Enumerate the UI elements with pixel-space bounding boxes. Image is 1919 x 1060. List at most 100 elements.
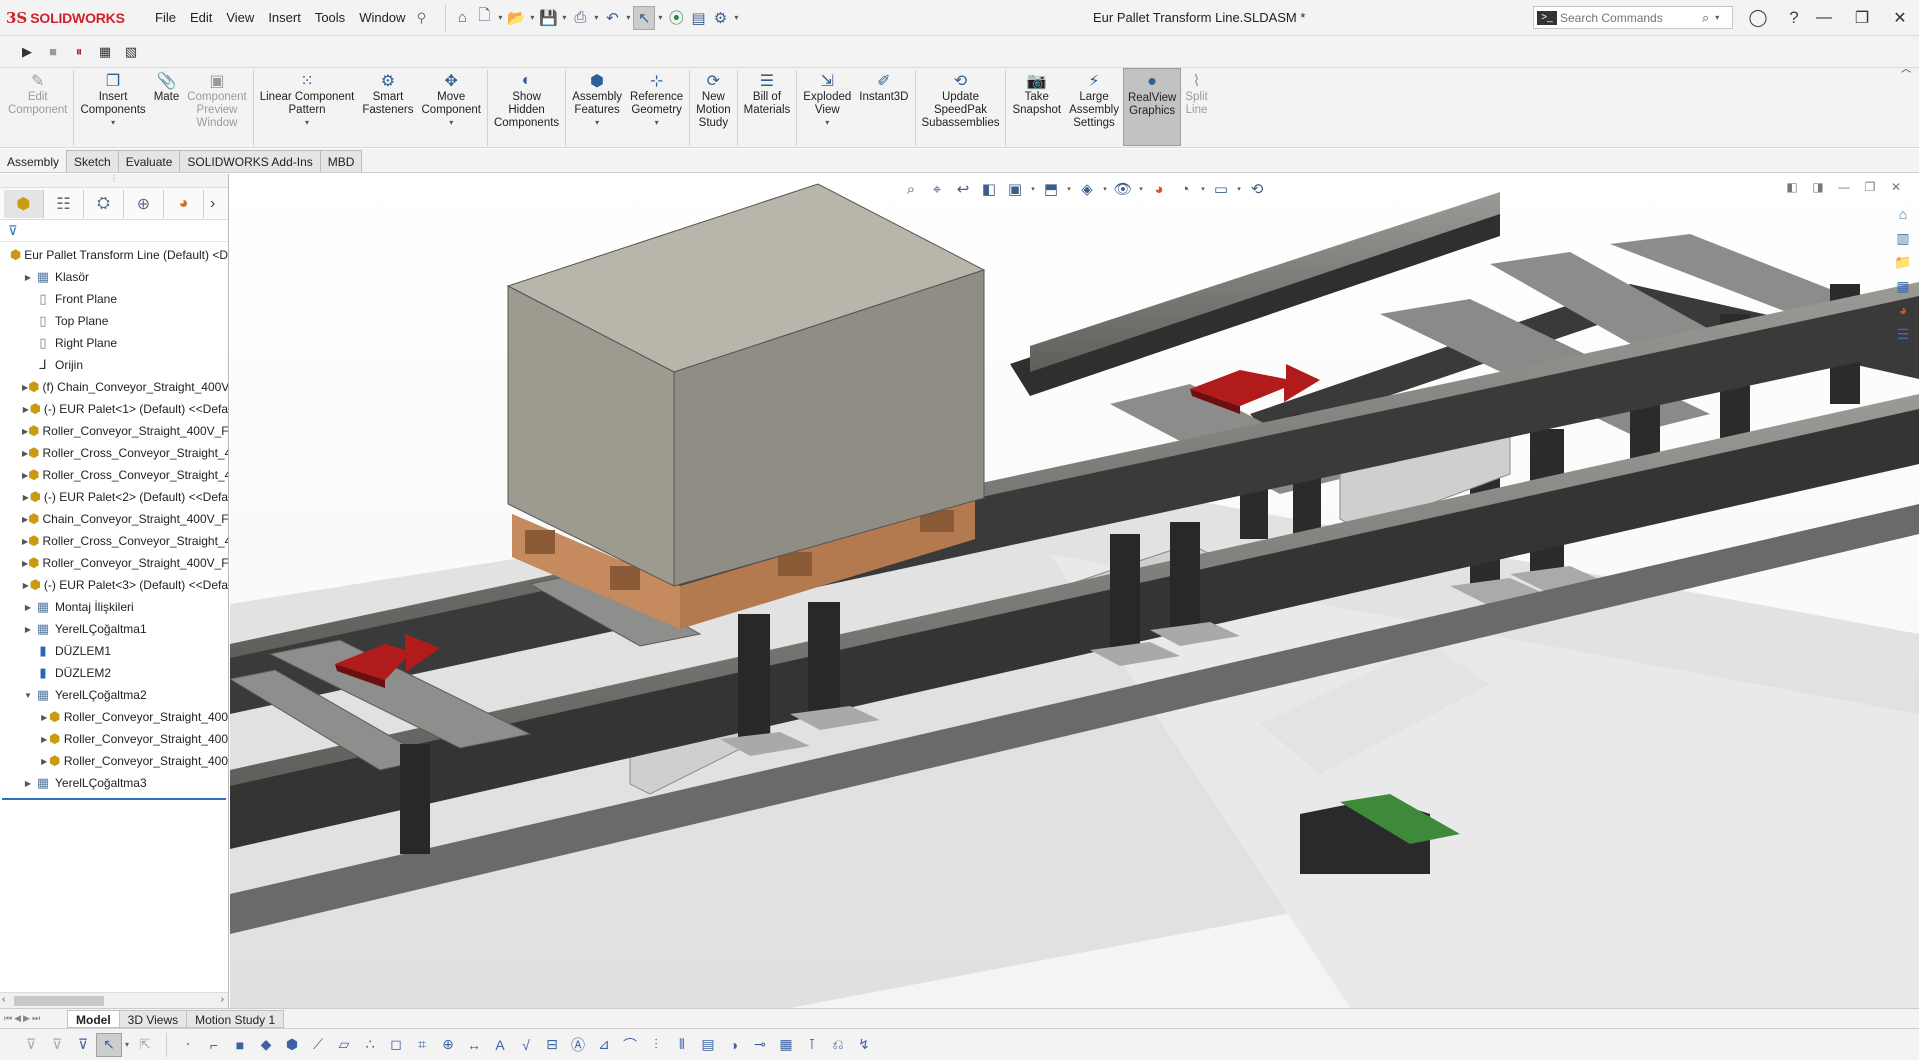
collapse-ribbon-icon[interactable]: ︿	[1901, 60, 1911, 75]
expand-arrow-icon[interactable]: ▶	[22, 405, 30, 414]
tab-solidworks-add-ins[interactable]: SOLIDWORKS Add-Ins	[179, 150, 321, 172]
tree-item[interactable]: ⬢ Eur Pallet Transform Line (Default) <D	[0, 244, 228, 266]
chevron-down-icon[interactable]: ▾	[449, 118, 453, 127]
save-icon[interactable]: 💾	[537, 6, 559, 30]
filter-points-icon[interactable]: ∴	[357, 1033, 383, 1057]
tree-item[interactable]: ▮ DÜZLEM1	[0, 640, 228, 662]
select-cursor-icon[interactable]: ↖	[633, 5, 656, 30]
tree-item[interactable]: ▶ ⬢ Roller_Conveyor_Straight_400V_Fl	[0, 420, 228, 442]
chevron-down-icon[interactable]: ▾	[591, 13, 601, 22]
chevron-down-icon[interactable]: ▾	[495, 13, 505, 22]
chevron-down-icon[interactable]: ▾	[527, 13, 537, 22]
chevron-down-icon[interactable]: ▾	[1198, 185, 1208, 193]
filter-connection-icon[interactable]: ⊸	[747, 1033, 773, 1057]
tab-navigation-arrows[interactable]: ⏮◀▶⏭	[0, 1013, 68, 1024]
filter-edges-icon[interactable]: ⌐	[201, 1033, 227, 1057]
filter-datum-icon[interactable]: ⊿	[591, 1033, 617, 1057]
play-icon[interactable]: ▶	[14, 41, 40, 63]
menu-window[interactable]: Window	[352, 10, 412, 25]
tree-item[interactable]: ▶ ⬢ Roller_Conveyor_Straight_400	[0, 706, 228, 728]
expand-arrow-icon[interactable]: ▶	[22, 625, 34, 634]
linear-pattern-button[interactable]: ⁙ Linear Component Pattern ▾	[256, 68, 359, 146]
undo-icon[interactable]: ↶	[601, 6, 623, 30]
search-icon[interactable]: ⌕	[1702, 10, 1709, 26]
filter-balloons-icon[interactable]: Ⓐ	[565, 1033, 591, 1057]
tree-item[interactable]: ▶ ⬢ Chain_Conveyor_Straight_400V_Fl	[0, 508, 228, 530]
new-document-icon[interactable]: 🗋	[473, 6, 495, 30]
tab-3d-views[interactable]: 3D Views	[118, 1009, 188, 1028]
expand-arrow-icon[interactable]: ▶	[22, 581, 30, 590]
chevron-down-icon[interactable]: ▾	[1100, 185, 1110, 193]
menu-tools[interactable]: Tools	[308, 10, 352, 25]
reference-geometry-button[interactable]: ⊹ Reference Geometry ▾	[626, 68, 687, 146]
design-library-icon[interactable]: ▥	[1889, 226, 1917, 250]
collapse-left-icon[interactable]: ◧	[1779, 180, 1805, 194]
home-icon[interactable]: ⌂	[451, 6, 473, 30]
configuration-manager-tab-icon[interactable]: ⛭	[84, 189, 124, 218]
minimize-icon[interactable]: —	[1805, 9, 1843, 27]
tab-sketch[interactable]: Sketch	[66, 150, 119, 172]
realview-button[interactable]: ● RealView Graphics	[1122, 68, 1182, 146]
dynamic-annotation-icon[interactable]: ▣	[1002, 180, 1028, 198]
tree-item[interactable]: ▯ Front Plane	[0, 288, 228, 310]
close-icon[interactable]: ✕	[1883, 180, 1909, 194]
horizontal-scrollbar[interactable]: ‹ ›	[0, 992, 228, 1008]
filter-faces-icon[interactable]: ■	[227, 1033, 253, 1057]
collapse-right-icon[interactable]: ◨	[1805, 180, 1831, 194]
chevron-down-icon[interactable]: ▾	[1064, 185, 1074, 193]
motion-study-button[interactable]: ⟳ New Motion Study	[692, 68, 735, 146]
search-input[interactable]	[1560, 10, 1700, 25]
smart-fasteners-button[interactable]: ⚙ Smart Fasteners	[358, 68, 417, 146]
collapse-arrow-icon[interactable]: ▼	[22, 691, 34, 700]
filter-notes-icon[interactable]: A	[487, 1033, 513, 1057]
solidworks-resources-icon[interactable]: ⌂	[1889, 202, 1917, 226]
expand-arrow-icon[interactable]: ▶	[40, 757, 48, 766]
file-explorer-icon[interactable]: 📁	[1889, 250, 1917, 274]
tree-item[interactable]: ▶ ⬢ Roller_Conveyor_Straight_400	[0, 750, 228, 772]
select-other-icon[interactable]: ⇱	[132, 1033, 158, 1057]
tree-item[interactable]: ▶ ▦ YerelLÇoğaltma3	[0, 772, 228, 794]
preview-window-button[interactable]: ▣ Component Preview Window	[183, 68, 250, 146]
filter-center-marks-icon[interactable]: ⊕	[435, 1033, 461, 1057]
macro-new-icon[interactable]: ▧	[118, 41, 144, 63]
split-line-button[interactable]: ⌇ Split Line	[1181, 68, 1211, 146]
tree-item[interactable]: ⅃ Orijin	[0, 354, 228, 376]
mate-button[interactable]: 📎 Mate	[150, 68, 184, 146]
minimize-icon[interactable]: —	[1831, 180, 1857, 194]
options-gear-icon[interactable]: ⚙	[709, 6, 731, 30]
property-manager-tab-icon[interactable]: ☷	[44, 189, 84, 218]
filter-dimensions-icon[interactable]: ↔	[461, 1033, 487, 1057]
chevron-down-icon[interactable]: ▾	[1136, 185, 1146, 193]
zoom-to-area-icon[interactable]: ⌖	[924, 181, 950, 198]
tree-item[interactable]: ▶ ⬢ Roller_Conveyor_Straight_400V_Fl	[0, 552, 228, 574]
tree-item[interactable]: ▯ Top Plane	[0, 310, 228, 332]
solidworks-logo[interactable]: 3S SOLIDWORKS	[6, 9, 136, 27]
file-properties-icon[interactable]: ▤	[687, 6, 709, 30]
user-account-icon[interactable]: ◯	[1740, 8, 1776, 28]
chevron-down-icon[interactable]: ▾	[305, 118, 309, 127]
bom-button[interactable]: ☰ Bill of Materials	[740, 68, 795, 146]
rotate-view-icon[interactable]: ⟲	[1244, 180, 1270, 198]
tab-evaluate[interactable]: Evaluate	[117, 150, 181, 172]
select-cursor-icon[interactable]: ↖	[96, 1032, 122, 1057]
expand-arrow-icon[interactable]: ▶	[22, 493, 30, 502]
filter-vertices-icon[interactable]: ⋅	[175, 1033, 201, 1057]
previous-view-icon[interactable]: ↩	[950, 180, 976, 198]
expand-arrow-icon[interactable]: ▶	[40, 735, 48, 744]
filter-cosmetic-thread-icon[interactable]: ⦀	[669, 1033, 695, 1057]
chevron-down-icon[interactable]: ▾	[1028, 185, 1038, 193]
filter-icon[interactable]: ⊽	[18, 1033, 44, 1057]
menu-insert[interactable]: Insert	[261, 10, 308, 25]
exploded-view-button[interactable]: ⇲ Exploded View ▾	[799, 68, 855, 146]
close-icon[interactable]: ✕	[1881, 8, 1919, 28]
show-hidden-button[interactable]: ◐ Show Hidden Components	[490, 68, 563, 146]
tree-item[interactable]: ▶ ⬢ Roller_Cross_Conveyor_Straight_4	[0, 442, 228, 464]
feature-manager-tab-icon[interactable]: ⬢	[4, 189, 44, 218]
view-settings-icon[interactable]: ▭	[1208, 180, 1234, 198]
tree-item[interactable]: ▶ ▦ YerelLÇoğaltma1	[0, 618, 228, 640]
view-orientation-icon[interactable]: ⬒	[1038, 180, 1064, 198]
filter-surfaces-icon[interactable]: ◆	[253, 1033, 279, 1057]
expand-arrow-icon[interactable]: ▶	[22, 779, 34, 788]
chevron-down-icon[interactable]: ▾	[623, 13, 633, 22]
appearances-icon[interactable]: ◕	[1889, 298, 1917, 322]
